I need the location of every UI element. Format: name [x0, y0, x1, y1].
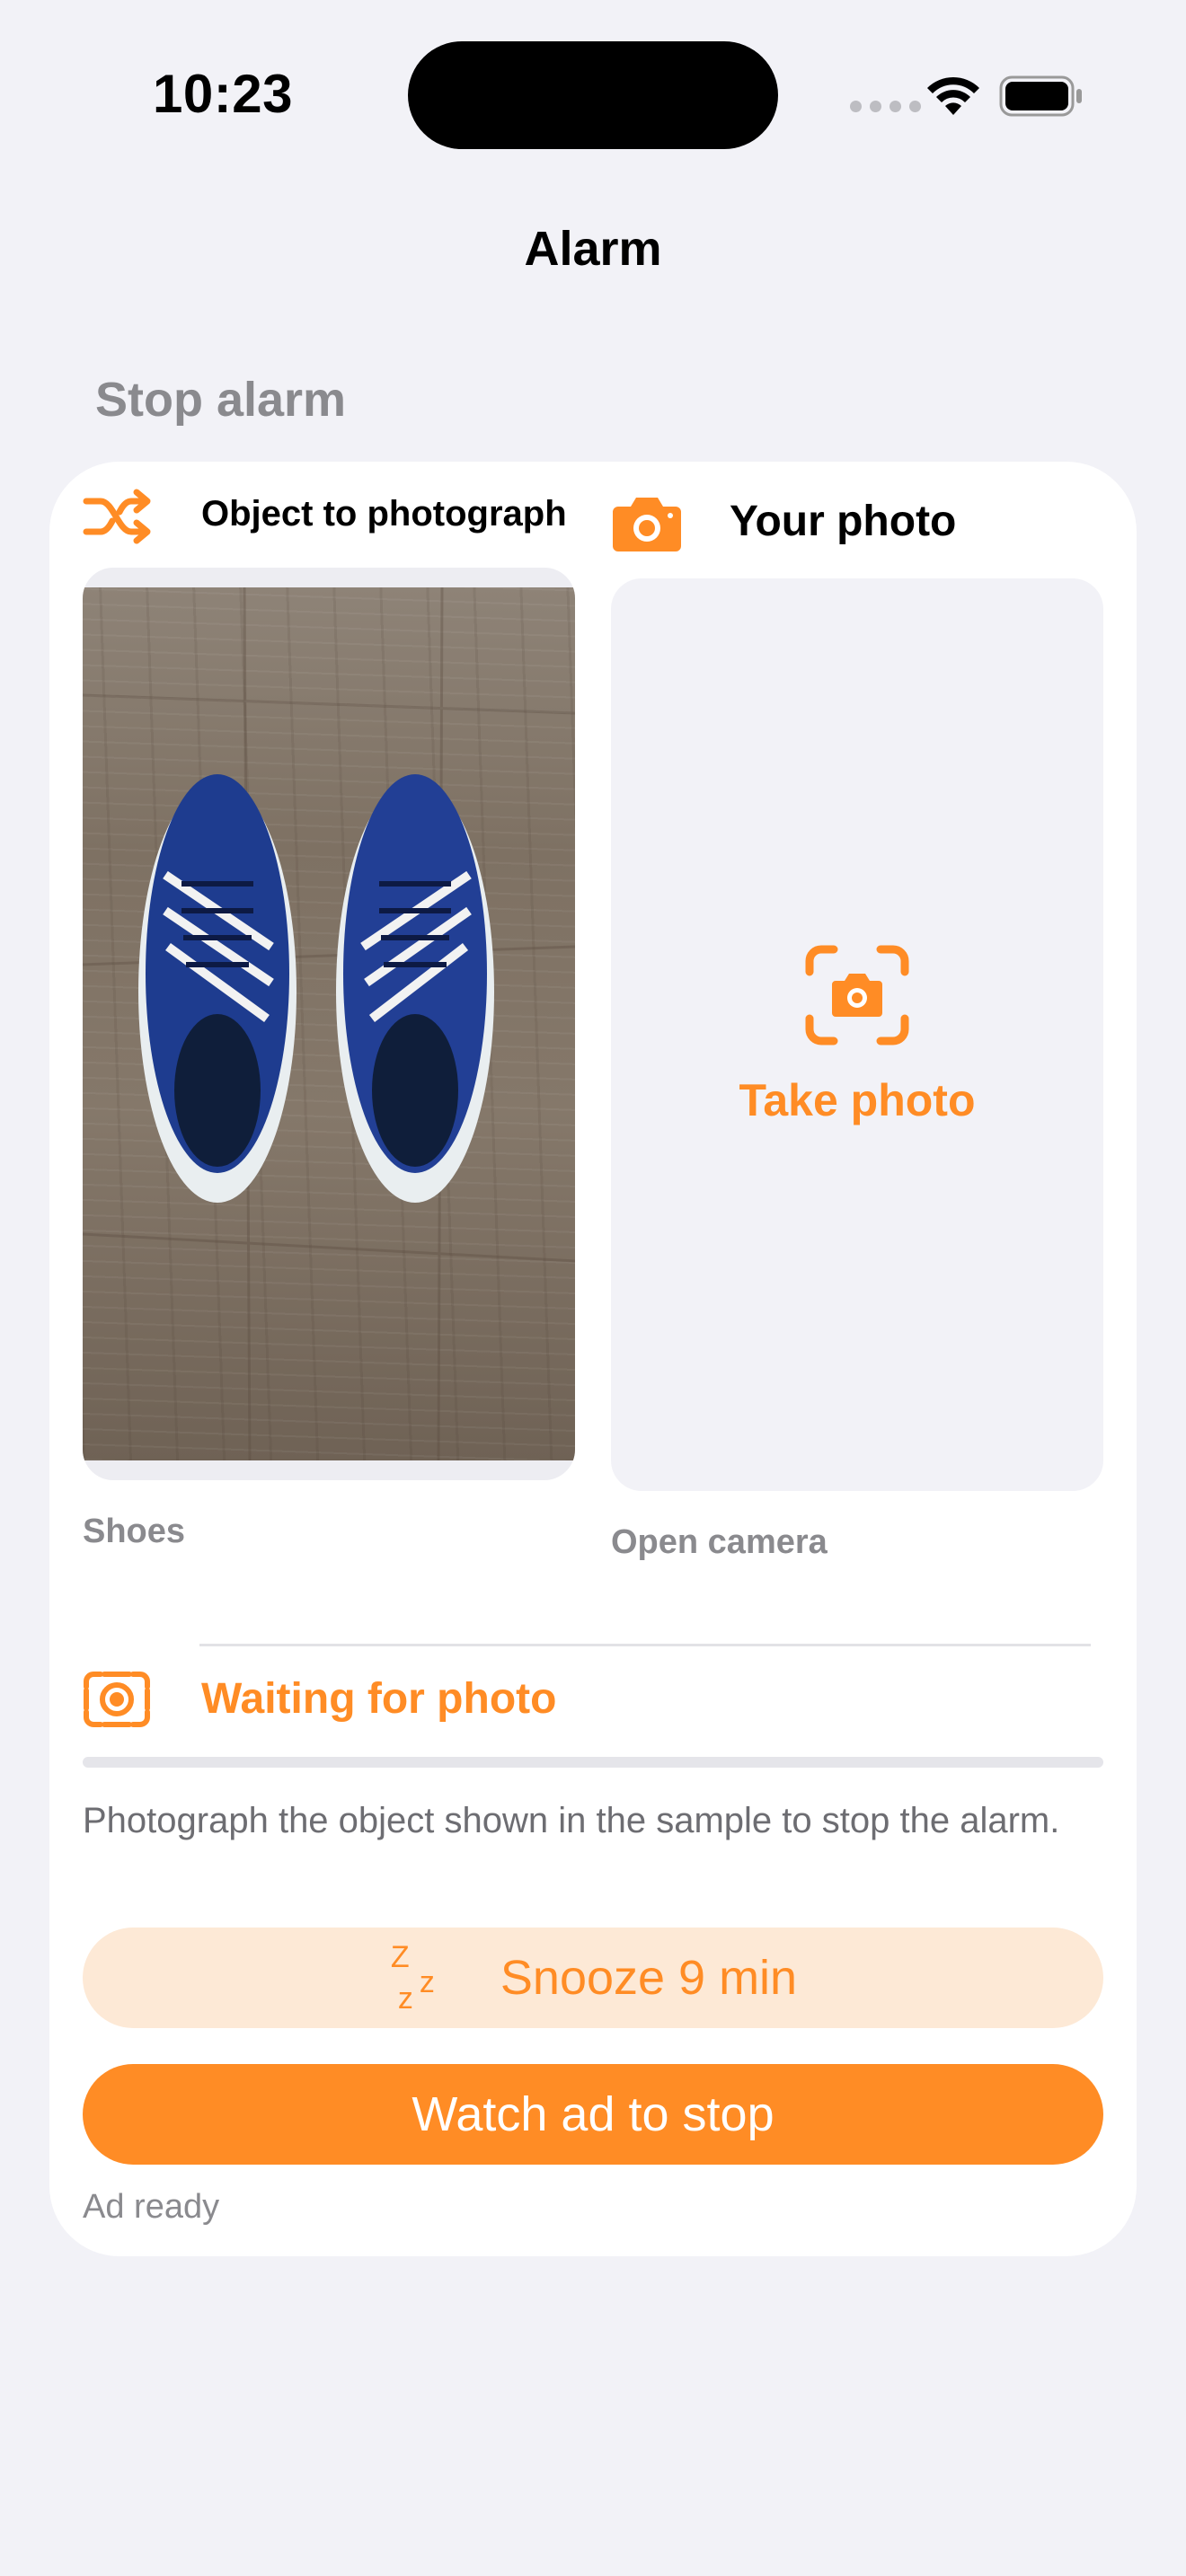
page-title: Alarm	[524, 222, 662, 276]
open-camera-caption: Open camera	[611, 1523, 828, 1561]
divider	[199, 1644, 1091, 1646]
your-photo-title: Your photo	[730, 498, 957, 545]
snooze-button[interactable]: Z z z Snooze 9 min	[83, 1928, 1103, 2028]
instructions-text: Photograph the object shown in the sampl…	[83, 1801, 1060, 1840]
object-caption: Shoes	[83, 1513, 186, 1550]
sample-photo-shoes	[83, 587, 575, 1460]
snooze-label: Snooze 9 min	[500, 1951, 798, 2005]
record-photo-icon	[84, 1672, 150, 1727]
camera-icon	[613, 498, 681, 551]
stop-label: Watch ad to stop	[412, 2087, 774, 2141]
progress-bar	[83, 1757, 1103, 1768]
take-photo-label[interactable]: Take photo	[611, 1074, 1103, 1126]
battery-icon	[999, 75, 1082, 117]
watch-ad-to-stop-button[interactable]: Watch ad to stop	[83, 2064, 1103, 2165]
status-text: Waiting for photo	[201, 1675, 557, 1723]
dynamic-island	[408, 41, 778, 149]
wifi-icon	[927, 76, 979, 115]
section-header: Stop alarm	[95, 373, 347, 427]
ad-status: Ad ready	[83, 2188, 220, 2226]
cellular-signal-icon	[850, 101, 921, 112]
sample-image-frame	[83, 568, 575, 1480]
object-to-photograph-title: Object to photograph	[201, 494, 567, 534]
status-time: 10:23	[153, 64, 293, 124]
shuffle-icon[interactable]	[83, 487, 155, 546]
zzz-icon: Z z z	[390, 1940, 435, 2016]
camera-viewfinder-icon[interactable]	[805, 945, 909, 1045]
